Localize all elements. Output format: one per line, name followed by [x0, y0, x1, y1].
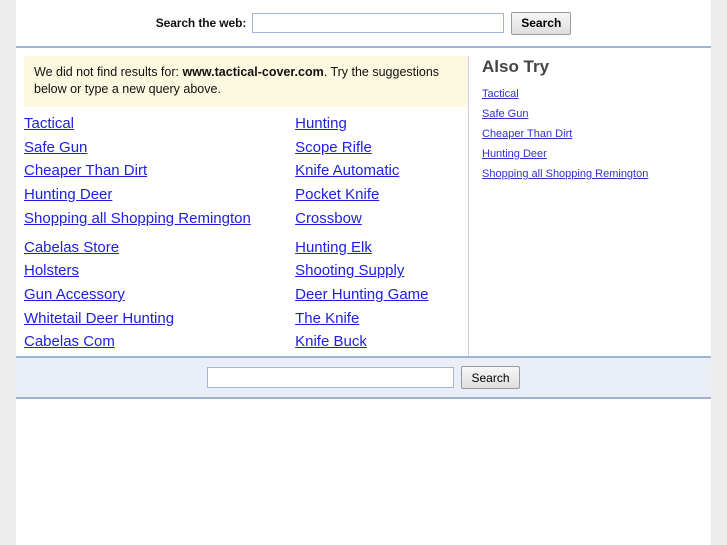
page-container: Search the web: Search We did not find r…	[16, 0, 711, 545]
also-try-link[interactable]: Cheaper Than Dirt	[482, 124, 711, 144]
suggestion-link[interactable]: Cabelas Store	[24, 236, 295, 260]
suggestion-link[interactable]: Pocket Knife	[295, 183, 468, 207]
suggestion-link[interactable]: Holsters	[24, 259, 295, 283]
suggestion-link[interactable]: Scope Rifle	[295, 136, 468, 160]
bottom-search-bar: Search	[16, 356, 711, 399]
top-search-bar: Search the web: Search	[16, 0, 711, 48]
notice-query: www.tactical-cover.com	[182, 65, 324, 79]
suggestion-group-1b: Cabelas Store Holsters Gun Accessory Whi…	[24, 236, 295, 355]
suggestion-link[interactable]: Gun Accessory	[24, 283, 295, 307]
suggestion-group-2a: Hunting Scope Rifle Knife Automatic Pock…	[295, 112, 468, 231]
no-results-notice: We did not find results for: www.tactica…	[24, 56, 468, 107]
suggestion-link[interactable]: Hunting	[295, 112, 468, 136]
also-try-sidebar: Also Try Tactical Safe Gun Cheaper Than …	[468, 56, 711, 360]
suggestion-link[interactable]: Shooting Supply	[295, 259, 468, 283]
suggestion-link[interactable]: Whitetail Deer Hunting	[24, 307, 295, 331]
bottom-search-button[interactable]: Search	[461, 366, 520, 389]
suggestion-link[interactable]: Hunting Deer	[24, 183, 295, 207]
also-try-link[interactable]: Shopping all Shopping Remington	[482, 164, 711, 184]
suggestion-column-1: Tactical Safe Gun Cheaper Than Dirt Hunt…	[24, 112, 295, 359]
search-button[interactable]: Search	[511, 11, 572, 35]
suggestion-link[interactable]: The Knife	[295, 307, 468, 331]
also-try-title: Also Try	[482, 57, 550, 76]
also-try-link[interactable]: Tactical	[482, 84, 711, 104]
content-area: We did not find results for: www.tactica…	[16, 48, 711, 360]
also-try-link[interactable]: Hunting Deer	[482, 144, 711, 164]
suggestion-link[interactable]: Cabelas Com	[24, 330, 295, 354]
suggestion-link[interactable]: Cheaper Than Dirt	[24, 159, 295, 183]
suggestion-link[interactable]: Tactical	[24, 112, 295, 136]
suggestion-group-2b: Hunting Elk Shooting Supply Deer Hunting…	[295, 236, 468, 355]
suggestion-link[interactable]: Knife Automatic	[295, 159, 468, 183]
suggestion-link[interactable]: Safe Gun	[24, 136, 295, 160]
suggestion-column-2: Hunting Scope Rifle Knife Automatic Pock…	[295, 112, 468, 359]
suggestion-link[interactable]: Deer Hunting Game	[295, 283, 468, 307]
main-column: We did not find results for: www.tactica…	[16, 56, 468, 359]
search-input[interactable]	[252, 13, 505, 33]
suggestion-group-1a: Tactical Safe Gun Cheaper Than Dirt Hunt…	[24, 112, 295, 231]
suggestion-link[interactable]: Shopping all Shopping Remington	[24, 207, 295, 231]
notice-prefix: We did not find results for:	[34, 65, 183, 79]
suggestion-link[interactable]: Knife Buck	[295, 330, 468, 354]
suggestion-link[interactable]: Hunting Elk	[295, 236, 468, 260]
also-try-link[interactable]: Safe Gun	[482, 104, 711, 124]
bottom-search-input[interactable]	[207, 367, 455, 388]
suggestion-grid: Tactical Safe Gun Cheaper Than Dirt Hunt…	[24, 112, 468, 359]
suggestion-link[interactable]: Crossbow	[295, 207, 468, 231]
search-label: Search the web:	[155, 16, 247, 30]
